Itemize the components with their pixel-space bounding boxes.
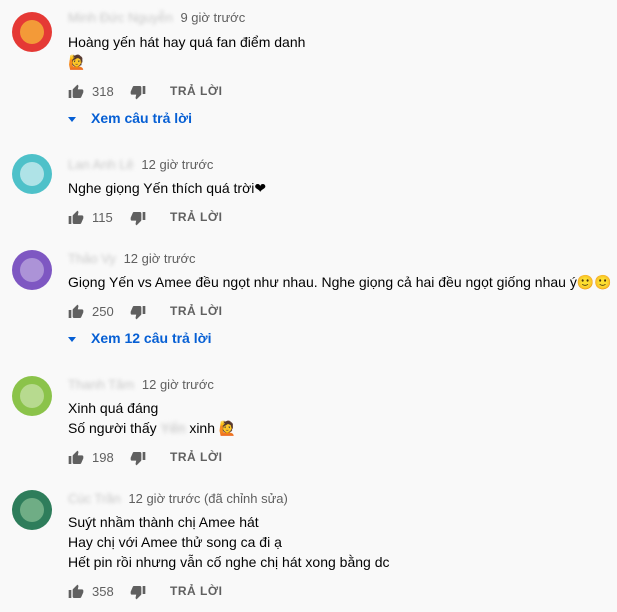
comment-text: Nghe giọng Yến thích quá trời❤	[68, 178, 266, 198]
comment-header: Cúc Trần 12 giờ trước (đã chỉnh sửa)	[68, 491, 288, 509]
avatar[interactable]	[12, 490, 52, 530]
comment-line: Hay chị với Amee thử song ca đi ạ	[68, 534, 282, 550]
comment-time[interactable]: 12 giờ trước	[141, 157, 213, 172]
thumb-down-icon[interactable]	[130, 450, 146, 466]
comment-header: Thanh Tâm 12 giờ trước	[68, 377, 214, 395]
author-name[interactable]: Minh Đức Nguyễn	[68, 10, 173, 25]
comment-header: Lan Anh Lê 12 giờ trước	[68, 157, 213, 175]
comment-text: Xinh quá đáng Số người thấy Yến xinh 🙋	[68, 398, 236, 438]
reply-button[interactable]: TRẢ LỜI	[170, 304, 222, 318]
avatar-image	[20, 258, 44, 282]
thumb-down-icon[interactable]	[130, 584, 146, 600]
reply-button[interactable]: TRẢ LỜI	[170, 450, 222, 464]
comment-line-prefix: Số người thấy	[68, 420, 157, 436]
avatar[interactable]	[12, 12, 52, 52]
avatar-image	[20, 384, 44, 408]
comment-line: 🙋	[68, 54, 86, 70]
avatar-image	[20, 162, 44, 186]
comment-thread: Cúc Trần 12 giờ trước (đã chỉnh sửa) Suý…	[0, 480, 617, 612]
thumb-up-icon[interactable]	[68, 210, 84, 226]
thumb-down-icon[interactable]	[130, 304, 146, 320]
thumb-up-icon[interactable]	[68, 450, 84, 466]
comment-line-suffix: xinh 🙋	[189, 420, 237, 436]
avatar-image	[20, 20, 44, 44]
blurred-word: Yến	[160, 420, 186, 436]
comment-text: Suýt nhầm thành chị Amee hát Hay chị với…	[68, 512, 389, 572]
comment-time[interactable]: 9 giờ trước	[180, 10, 245, 25]
thumb-up-icon[interactable]	[68, 304, 84, 320]
comment-line: Hoàng yến hát hay quá fan điểm danh	[68, 34, 306, 50]
like-count: 115	[92, 210, 113, 225]
comment-text: Giọng Yến vs Amee đều ngọt như nhau. Ngh…	[68, 272, 612, 292]
comment-thread: Minh Đức Nguyễn 9 giờ trước Hoàng yến há…	[0, 0, 617, 140]
avatar[interactable]	[12, 376, 52, 416]
comment-time[interactable]: 12 giờ trước	[124, 251, 196, 266]
reply-button[interactable]: TRẢ LỜI	[170, 84, 222, 98]
comment-line: Hết pin rồi nhưng vẫn cố nghe chị hát xo…	[68, 554, 390, 570]
like-count: 318	[92, 84, 114, 99]
comment-thread: Thanh Tâm 12 giờ trước Xinh quá đáng Số …	[0, 366, 617, 476]
thumb-up-icon[interactable]	[68, 584, 84, 600]
like-count: 358	[92, 584, 114, 599]
comment-thread: Thảo Vy 12 giờ trước Giọng Yến vs Amee đ…	[0, 240, 617, 360]
comment-text: Hoàng yến hát hay quá fan điểm danh 🙋	[68, 32, 305, 72]
reply-button[interactable]: TRẢ LỜI	[170, 210, 222, 224]
comment-line: Nghe giọng Yến thích quá trời❤	[68, 180, 267, 196]
thumb-down-icon[interactable]	[130, 210, 146, 226]
caret-down-icon	[68, 337, 76, 342]
avatar[interactable]	[12, 154, 52, 194]
comment-line: Xinh quá đáng	[68, 400, 159, 416]
author-name[interactable]: Lan Anh Lê	[68, 157, 134, 172]
comment-time[interactable]: 12 giờ trước	[142, 377, 214, 392]
reply-button[interactable]: TRẢ LỜI	[170, 584, 222, 598]
comment-header: Minh Đức Nguyễn 9 giờ trước	[68, 10, 245, 28]
view-replies-label: Xem câu trả lời	[91, 110, 192, 126]
comment-header: Thảo Vy 12 giờ trước	[68, 251, 196, 269]
thumb-down-icon[interactable]	[130, 84, 146, 100]
author-name[interactable]: Thanh Tâm	[68, 377, 134, 392]
comment-thread: Lan Anh Lê 12 giờ trước Nghe giọng Yến t…	[0, 146, 617, 236]
comment-line: Suýt nhầm thành chị Amee hát	[68, 514, 259, 530]
view-replies-label: Xem 12 câu trả lời	[91, 330, 212, 346]
author-name[interactable]: Thảo Vy	[68, 251, 116, 266]
avatar[interactable]	[12, 250, 52, 290]
like-count: 198	[92, 450, 114, 465]
comment-line: Giọng Yến vs Amee đều ngọt như nhau. Ngh…	[68, 274, 612, 290]
avatar-image	[20, 498, 44, 522]
comment-time[interactable]: 12 giờ trước (đã chỉnh sửa)	[128, 491, 287, 506]
caret-down-icon	[68, 117, 76, 122]
like-count: 250	[92, 304, 114, 319]
thumb-up-icon[interactable]	[68, 84, 84, 100]
author-name[interactable]: Cúc Trần	[68, 491, 121, 506]
comment-line: Số người thấy Yến xinh 🙋	[68, 418, 236, 438]
